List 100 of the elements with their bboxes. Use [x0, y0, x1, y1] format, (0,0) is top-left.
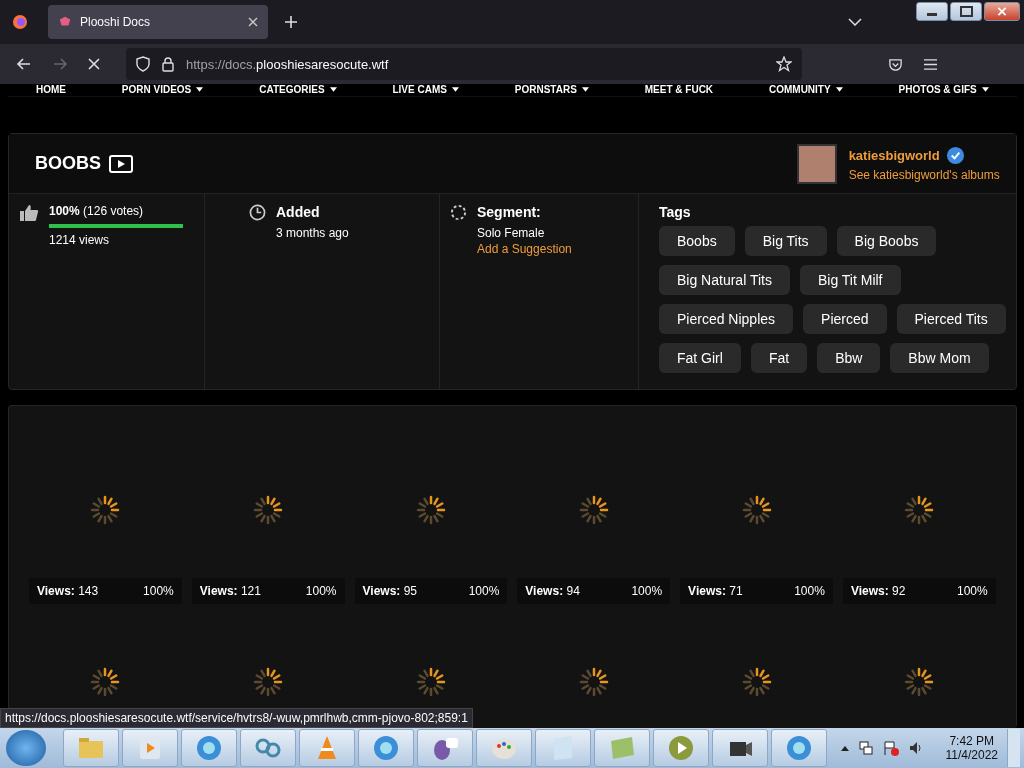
segment-value: Solo Female: [477, 226, 546, 240]
forward-icon[interactable]: [52, 56, 68, 72]
loading-spinner-icon: [252, 494, 285, 526]
album-title: BOOBS: [35, 153, 101, 174]
photo-rating: 100%: [143, 584, 174, 598]
nav-link[interactable]: PORNSTARS: [514, 84, 589, 95]
taskbar-button[interactable]: [417, 729, 473, 767]
photo-views: Views: 94: [525, 584, 580, 598]
uploader-name[interactable]: katiesbigworld: [848, 147, 940, 163]
speaker-icon[interactable]: [907, 740, 924, 756]
close-icon[interactable]: [248, 17, 258, 27]
close-icon: [997, 7, 1007, 16]
tag-chip[interactable]: Fat Girl: [659, 343, 741, 373]
tag-chip[interactable]: Bbw Mom: [890, 343, 989, 373]
browser-icon: [371, 733, 401, 763]
lock-icon: [162, 56, 174, 72]
browser-icon: [784, 733, 814, 763]
loading-spinner-icon: [903, 666, 936, 698]
clock[interactable]: 7:42 PM 11/4/2022: [939, 734, 1004, 762]
photo-rating: 100%: [305, 584, 337, 598]
tab-title: Plooshi Docs: [80, 15, 152, 29]
rating-text: 100% (126 votes): [49, 204, 145, 218]
clock-date: 11/4/2022: [945, 748, 998, 762]
caret-icon: [981, 86, 989, 92]
start-button[interactable]: [6, 730, 46, 766]
photo-views: Views: 121: [199, 584, 261, 598]
nav-link[interactable]: LIVE CAMS: [392, 84, 459, 95]
loading-spinner-icon: [414, 666, 447, 698]
pocket-icon[interactable]: [888, 56, 903, 72]
tag-chip[interactable]: Pierced Nipples: [659, 304, 794, 334]
play-circle-icon: [666, 733, 696, 763]
nav-link[interactable]: HOME: [35, 84, 66, 95]
photo-views: Views: 71: [688, 584, 743, 598]
status-url: https://docs.plooshiesaresocute.wtf/service/hvtrs8/-wuw,pmrlhwb,cmm-pjovo-802;859:1: [0, 708, 473, 728]
dashed-circle-icon: [450, 204, 467, 221]
clock-time: 7:42 PM: [949, 734, 995, 748]
photo-views: Views: 95: [362, 584, 418, 598]
photo-views: Views: 143: [37, 584, 99, 598]
tag-chip[interactable]: Bbw: [817, 343, 881, 373]
favicon-icon: [58, 15, 72, 29]
loading-spinner-icon: [740, 494, 773, 526]
uploader-photo-placeholder[interactable]: [796, 143, 837, 184]
shield-icon: [136, 56, 150, 72]
photo-rating: 100%: [631, 584, 663, 598]
tag-chip[interactable]: Big Tit Milf: [799, 265, 901, 295]
loading-spinner-icon: [89, 494, 122, 526]
caret-icon: [329, 86, 337, 92]
nav-link[interactable]: COMMUNITY: [769, 84, 843, 95]
close-button[interactable]: [984, 2, 1020, 21]
back-icon[interactable]: [16, 56, 32, 72]
nav-link[interactable]: PHOTOS & GIFS: [898, 84, 989, 95]
nav-link[interactable]: PORN VIDEOS: [121, 84, 204, 95]
nav-link[interactable]: CATEGORIES: [259, 84, 337, 95]
browser-tab[interactable]: Plooshi Docs: [48, 5, 268, 39]
tags-label: Tags: [659, 204, 691, 220]
tag-chip[interactable]: Big Natural Tits: [659, 265, 790, 295]
tag-chip[interactable]: Pierced: [803, 304, 887, 334]
photo-rating: 100%: [794, 584, 825, 598]
suggestion-link[interactable]: Add a Suggestion: [477, 242, 572, 256]
loading-spinner-icon: [252, 666, 285, 698]
minimize-button[interactable]: [916, 2, 948, 21]
tag-chip[interactable]: Big Boobs: [836, 226, 937, 256]
browser-logo-icon[interactable]: [12, 14, 28, 30]
stop-icon[interactable]: [88, 58, 100, 70]
browser-icon: [194, 733, 224, 763]
address-bar[interactable]: https://docs.plooshiesaresocute.wtf: [126, 48, 802, 80]
added-label: Added: [276, 204, 321, 220]
nav-link[interactable]: MEET & FUCK: [644, 84, 714, 95]
photo-rating: 100%: [956, 584, 988, 598]
loading-spinner-icon: [577, 494, 610, 526]
caret-icon: [581, 86, 589, 92]
photo-rating: 100%: [468, 584, 500, 598]
tag-chip[interactable]: Pierced Tits: [896, 304, 1006, 334]
loading-spinner-icon: [89, 666, 122, 698]
url-text: https://docs.plooshiesaresocute.wtf: [186, 56, 389, 72]
tag-chip[interactable]: Fat: [750, 343, 808, 373]
caret-icon: [835, 86, 843, 92]
caret-icon: [196, 86, 204, 92]
new-tab-icon[interactable]: [284, 15, 298, 29]
loading-spinner-icon: [577, 666, 610, 698]
albums-link[interactable]: See katiesbigworld's albums: [848, 167, 1000, 182]
tag-chip[interactable]: Boobs: [659, 226, 735, 256]
tray-arrow-icon[interactable]: [840, 745, 849, 751]
menu-icon[interactable]: [923, 57, 938, 71]
chevron-down-icon[interactable]: [848, 18, 862, 26]
loading-spinner-icon: [740, 666, 773, 698]
flag-warning-icon[interactable]: [882, 740, 899, 756]
video-icon: [109, 154, 133, 173]
restore-button[interactable]: [950, 2, 982, 21]
views-count: 1214 views: [49, 233, 111, 247]
thumbs-up-icon[interactable]: [19, 204, 39, 222]
segment-label: Segment:: [477, 204, 542, 220]
star-icon[interactable]: [776, 56, 792, 72]
clock-icon: [249, 204, 266, 221]
photo-views: Views: 92: [850, 584, 906, 598]
tag-chip[interactable]: Big Tits: [744, 226, 827, 256]
network-icon[interactable]: [857, 740, 874, 756]
taskbar-button[interactable]: [712, 729, 768, 767]
loading-spinner-icon: [414, 494, 447, 526]
added-value: 3 months ago: [276, 226, 349, 240]
